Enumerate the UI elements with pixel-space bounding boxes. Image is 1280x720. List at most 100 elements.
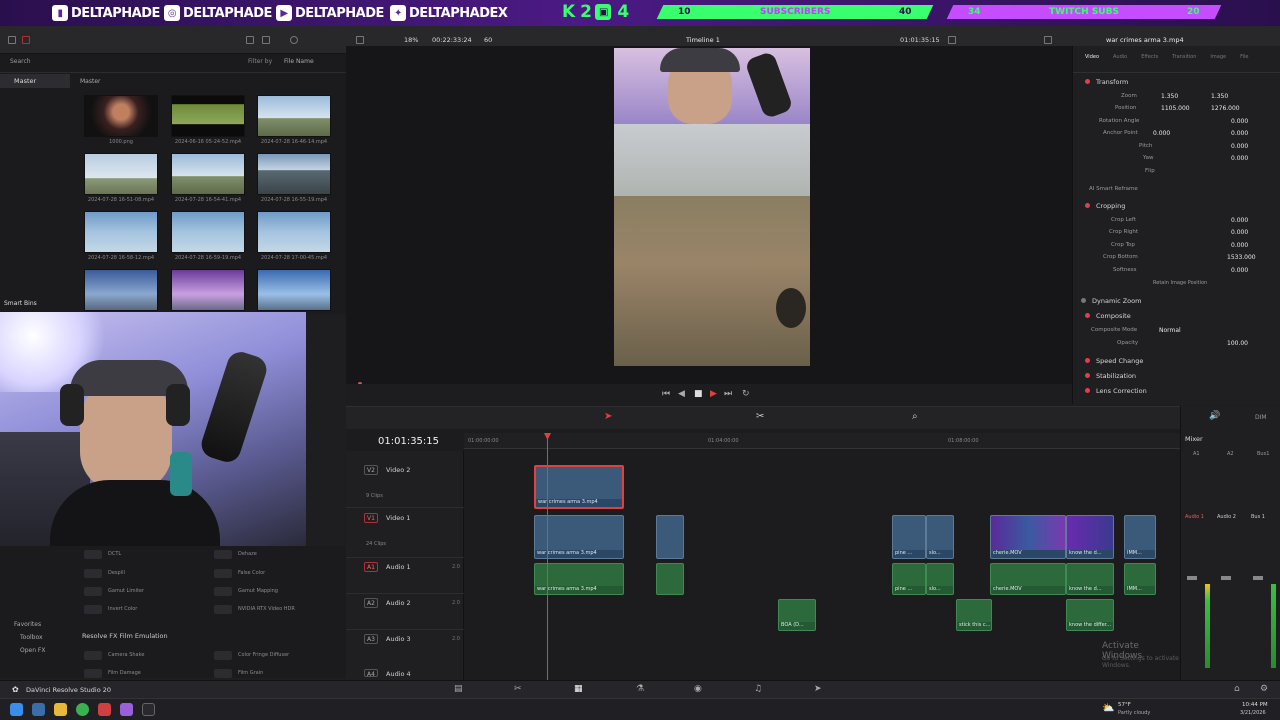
weather-icon[interactable]: ⛅ (1102, 703, 1114, 714)
fusion-page-icon[interactable]: ⚗ (636, 684, 644, 694)
crop-top-value[interactable]: 0.000 (1231, 242, 1248, 249)
grid-view-icon[interactable] (246, 36, 254, 44)
chrome-icon[interactable] (76, 703, 89, 716)
dynamic-zoom-section[interactable]: Dynamic Zoom (1081, 297, 1141, 305)
task-view-icon[interactable] (32, 703, 45, 716)
tab-image[interactable]: Image (1210, 54, 1226, 60)
first-frame-icon[interactable]: ⏮ (662, 389, 670, 399)
composite-section[interactable]: Composite (1085, 312, 1131, 320)
panel-icon[interactable] (8, 36, 16, 44)
dim-button[interactable]: DIM (1255, 414, 1267, 421)
crop-bottom-value[interactable]: 1533.000 (1227, 254, 1256, 261)
position-y[interactable]: 1276.000 (1211, 105, 1240, 112)
clip-v1-know[interactable]: know the d... (1066, 515, 1114, 559)
speed-change-section[interactable]: Speed Change (1085, 357, 1143, 365)
fx-film-grain[interactable]: Film Grain (214, 667, 263, 679)
media-thumb-9[interactable] (257, 211, 331, 253)
track-a3-id[interactable]: A3 (364, 634, 378, 644)
media-thumb-5[interactable] (171, 153, 245, 195)
open-fx-label[interactable]: Open FX (20, 647, 46, 654)
viewer-mode-icon[interactable] (356, 36, 364, 44)
clip-a1-imm[interactable]: IMM... (1124, 563, 1156, 595)
timeline-ruler[interactable]: 01:00:00:00 01:04:00:00 01:08:00:00 (464, 433, 1180, 449)
windows-start-icon[interactable] (10, 703, 23, 716)
media-thumb-1[interactable] (84, 95, 158, 137)
zoom-x[interactable]: 1.350 (1161, 93, 1178, 100)
flag-icon[interactable] (22, 36, 30, 44)
favorites-label[interactable]: Favorites (14, 621, 41, 628)
settings-icon[interactable]: ⚙ (1260, 684, 1268, 694)
track-a1-id[interactable]: A1 (364, 562, 378, 572)
clip-a1-slo[interactable]: slo... (926, 563, 954, 595)
timeline-title[interactable]: Timeline 1 (686, 36, 720, 44)
fx-nvidia-rtx[interactable]: NVIDIA RTX Video HDR (214, 603, 295, 615)
clip-a2-stick[interactable]: stick this c... (956, 599, 992, 631)
yaw-value[interactable]: 0.000 (1231, 155, 1248, 162)
clip-a1-know[interactable]: know the d... (1066, 563, 1114, 595)
resolve-taskbar-icon[interactable] (142, 703, 155, 716)
loop-icon[interactable]: ↻ (742, 389, 750, 399)
play-icon[interactable]: ▶ (710, 389, 717, 399)
track-v2-id[interactable]: V2 (364, 465, 378, 475)
lens-correction-section[interactable]: Lens Correction (1085, 387, 1147, 395)
bin-master[interactable]: Master (0, 74, 70, 88)
deliver-page-icon[interactable]: ➤ (814, 684, 822, 694)
clip-a1-pine[interactable]: pine ... (892, 563, 926, 595)
media-thumb-6[interactable] (257, 153, 331, 195)
fader-a2[interactable] (1221, 576, 1231, 580)
color-page-icon[interactable]: ◉ (694, 684, 702, 694)
list-view-icon[interactable] (262, 36, 270, 44)
tab-transition[interactable]: Transition (1172, 54, 1196, 60)
opacity-value[interactable]: 100.00 (1227, 340, 1248, 347)
search-icon[interactable] (290, 36, 298, 44)
clip-a2-know[interactable]: know the differ... (1066, 599, 1114, 631)
fx-dehaze[interactable]: Dehaze (214, 548, 257, 560)
media-page-icon[interactable]: ▤ (454, 684, 463, 694)
file-explorer-icon[interactable] (54, 703, 67, 716)
fx-despill[interactable]: Despill (84, 567, 125, 579)
rotation-value[interactable]: 0.000 (1231, 118, 1248, 125)
tab-file[interactable]: File (1240, 54, 1248, 60)
filter-select[interactable]: File Name (284, 58, 314, 65)
tab-effects[interactable]: Effects (1141, 54, 1158, 60)
track-v1-id[interactable]: V1 (364, 513, 378, 523)
pitch-value[interactable]: 0.000 (1231, 143, 1248, 150)
tab-audio[interactable]: Audio (1113, 54, 1127, 60)
cropping-section[interactable]: Cropping (1085, 202, 1125, 210)
media-thumb-10[interactable] (84, 269, 158, 311)
playhead[interactable] (547, 433, 548, 681)
track-a2-id[interactable]: A2 (364, 598, 378, 608)
blade-tool-icon[interactable]: ✂ (756, 411, 764, 422)
fx-invert-color[interactable]: Invert Color (84, 603, 137, 615)
clip-v1-imm[interactable]: IMM... (1124, 515, 1156, 559)
zoom-tool-icon[interactable]: ⌕ (912, 411, 918, 422)
composite-mode-select[interactable]: Normal (1159, 327, 1181, 334)
viewer-zoom[interactable]: 18% (404, 36, 418, 44)
media-thumb-8[interactable] (171, 211, 245, 253)
home-icon[interactable]: ⌂ (1234, 684, 1240, 694)
fx-color-fringe[interactable]: Color Fringe Diffuser (214, 649, 289, 661)
clip-v1-cherie[interactable]: cherie.MOV (990, 515, 1066, 559)
viewer-frame[interactable] (614, 48, 810, 366)
fx-dctl[interactable]: DCTL (84, 548, 121, 560)
fx-false-color[interactable]: False Color (214, 567, 265, 579)
clip-v1-slo[interactable]: slo... (926, 515, 954, 559)
clip-a1-small[interactable] (656, 563, 684, 595)
softness-value[interactable]: 0.000 (1231, 267, 1248, 274)
retain-position[interactable]: Retain Image Position (1153, 280, 1207, 292)
obs-icon[interactable] (98, 703, 111, 716)
fx-film-damage[interactable]: Film Damage (84, 667, 141, 679)
fullscreen-icon[interactable] (1044, 36, 1052, 44)
stop-icon[interactable]: ■ (694, 389, 703, 399)
crop-right-value[interactable]: 0.000 (1231, 229, 1248, 236)
zoom-y[interactable]: 1.350 (1211, 93, 1228, 100)
media-search[interactable]: Search (10, 58, 31, 65)
media-thumb-12[interactable] (257, 269, 331, 311)
viewer-options-icon[interactable] (948, 36, 956, 44)
edit-page-icon[interactable]: ▦ (574, 684, 583, 694)
anchor-x[interactable]: 0.000 (1153, 130, 1170, 137)
smart-bins-label[interactable]: Smart Bins (4, 300, 37, 307)
clip-v1-small[interactable] (656, 515, 684, 559)
media-thumb-11[interactable] (171, 269, 245, 311)
select-tool-icon[interactable]: ➤ (604, 411, 612, 422)
